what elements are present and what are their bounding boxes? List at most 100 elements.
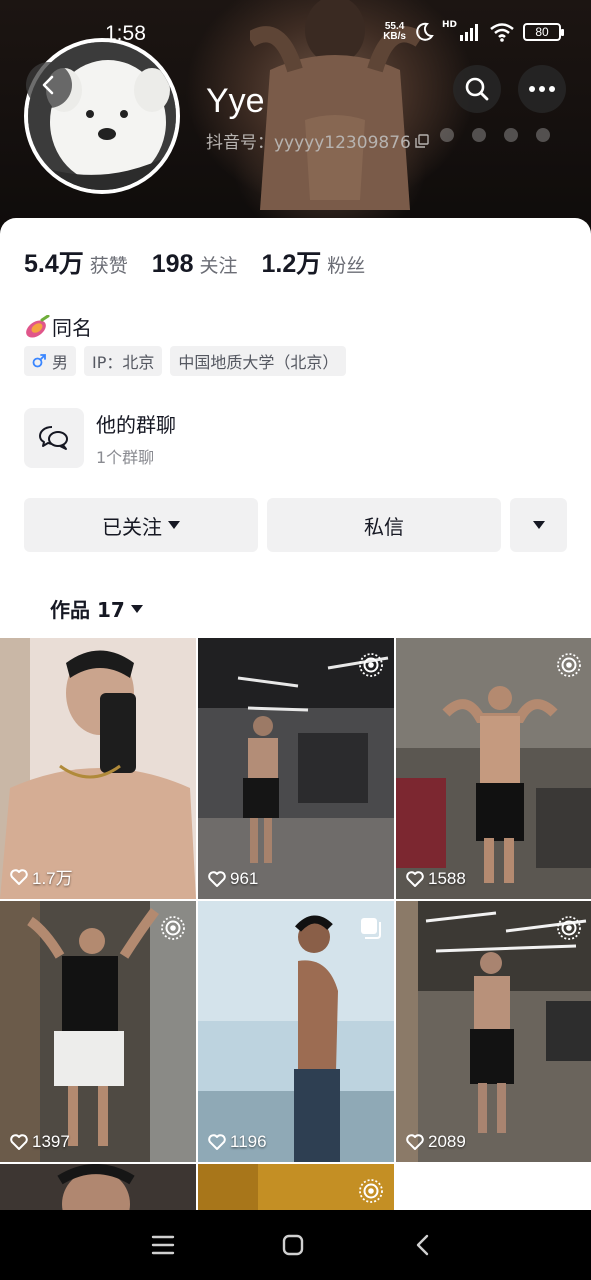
- likes-count: 961: [208, 869, 258, 889]
- decoration-dot: [472, 128, 486, 142]
- stat-followers[interactable]: 1.2万 粉丝: [262, 244, 366, 280]
- likes-value: 1397: [32, 1132, 70, 1151]
- live-photo-icon: [359, 1179, 383, 1203]
- stat-followers-value: 1.2万: [261, 250, 322, 278]
- heart-icon: [208, 871, 226, 887]
- nav-back-button[interactable]: [408, 1230, 438, 1260]
- video-thumbnail[interactable]: 1397: [0, 901, 196, 1162]
- likes-count: 2089: [406, 1132, 466, 1152]
- decoration-dot: [536, 128, 550, 142]
- likes-value: 2089: [428, 1132, 466, 1151]
- school-text: 中国地质大学（北京）: [178, 353, 339, 372]
- live-photo-icon: [557, 653, 581, 677]
- home-button[interactable]: [278, 1230, 308, 1260]
- stat-likes-value: 5.4万: [24, 250, 84, 278]
- back-button[interactable]: [26, 62, 72, 108]
- likes-count: 1.7万: [10, 864, 73, 889]
- cover-decoration: [440, 128, 550, 142]
- profile-nickname: Yye: [206, 82, 265, 120]
- back-icon: [42, 75, 54, 95]
- network-speed-unit: KB/s: [383, 31, 406, 42]
- bio: 同名: [24, 312, 92, 341]
- video-thumbnail[interactable]: 1196: [198, 901, 394, 1162]
- heart-icon: [208, 1134, 226, 1150]
- followed-button[interactable]: 已关注: [24, 498, 258, 552]
- douyin-id-text: 抖音号：yyyyy12309876: [206, 133, 411, 153]
- likes-count: 1588: [406, 869, 466, 889]
- likes-count: 1196: [208, 1132, 267, 1152]
- recommend-toggle-button[interactable]: [510, 498, 567, 552]
- stat-following[interactable]: 198 关注: [152, 250, 238, 279]
- likes-value: 1.7万: [32, 869, 73, 888]
- image-set-icon: [361, 918, 381, 939]
- group-chat-icon-box: [24, 408, 84, 468]
- chevron-down-icon: [168, 521, 180, 529]
- stat-likes[interactable]: 5.4万 获赞: [24, 244, 128, 280]
- video-thumbnail[interactable]: 1588: [396, 638, 591, 899]
- battery-level: 80: [535, 25, 549, 39]
- likes-value: 1196: [230, 1132, 267, 1151]
- heart-icon: [10, 868, 28, 885]
- tab-works-label: 作品 17: [50, 598, 125, 622]
- likes-value: 1588: [428, 869, 466, 888]
- menu-button[interactable]: [148, 1230, 178, 1260]
- stat-likes-label: 获赞: [89, 255, 128, 277]
- more-button[interactable]: [518, 65, 566, 113]
- stat-following-label: 关注: [199, 255, 238, 277]
- likes-count: 1397: [10, 1132, 70, 1152]
- tab-works[interactable]: 作品 17: [50, 594, 143, 623]
- video-cover: [0, 1164, 196, 1210]
- battery-indicator: 80: [523, 23, 564, 41]
- video-thumbnail[interactable]: 2089: [396, 901, 591, 1162]
- group-chat-title: 他的群聊: [96, 412, 176, 437]
- chevron-down-icon: [532, 521, 545, 529]
- system-navigation-bar: [0, 1210, 591, 1280]
- group-chat-subtitle: 1个群聊: [96, 447, 155, 467]
- hd-label: HD: [441, 20, 457, 30]
- likes-value: 961: [230, 869, 259, 888]
- copy-icon[interactable]: [415, 133, 429, 148]
- video-grid: 1.7万 961 1588 1397 1196 2089: [0, 638, 591, 1210]
- ip-text: IP：北京: [92, 353, 155, 372]
- signal-icon: [460, 24, 478, 41]
- message-label: 私信: [364, 514, 404, 539]
- stat-followers-label: 粉丝: [327, 255, 366, 277]
- heart-icon: [406, 871, 424, 887]
- profile-info-panel: 5.4万 获赞 198 关注 1.2万 粉丝 同名 男 IP：北京 中国地质大学（北: [0, 218, 591, 638]
- status-icons: 55.4 KB/s HD 80: [383, 20, 564, 42]
- chevron-down-icon: [130, 604, 143, 613]
- video-cover: [0, 638, 196, 899]
- video-thumbnail[interactable]: 961: [198, 638, 394, 899]
- network-speed: 55.4 KB/s: [383, 22, 406, 42]
- gender-tag: 男: [24, 346, 77, 376]
- home-icon: [282, 1234, 304, 1256]
- group-chat-entry[interactable]: 他的群聊 1个群聊: [24, 408, 176, 468]
- male-icon: [32, 354, 46, 368]
- search-button[interactable]: [453, 65, 501, 113]
- school-tag[interactable]: 中国地质大学（北京）: [170, 346, 347, 376]
- group-chat-icon: [39, 426, 68, 450]
- search-icon: [465, 77, 489, 101]
- menu-icon: [151, 1235, 175, 1255]
- heart-icon: [406, 1134, 424, 1150]
- video-thumbnail[interactable]: [198, 1164, 394, 1210]
- nav-back-icon: [416, 1234, 429, 1256]
- video-thumbnail[interactable]: [0, 1164, 196, 1210]
- message-button[interactable]: 私信: [267, 498, 501, 552]
- more-icon: [529, 86, 555, 92]
- sweet-potato-icon: [26, 314, 50, 338]
- profile-stats: 5.4万 获赞 198 关注 1.2万 粉丝: [24, 244, 365, 280]
- live-photo-icon: [161, 916, 185, 940]
- ip-tag: IP：北京: [84, 346, 163, 376]
- douyin-id[interactable]: 抖音号：yyyyy12309876: [206, 128, 429, 153]
- group-chat-text: 他的群聊 1个群聊: [96, 409, 176, 468]
- followed-label: 已关注: [102, 514, 162, 539]
- gender-text: 男: [52, 353, 69, 372]
- decoration-dot: [440, 128, 454, 142]
- live-photo-icon: [359, 653, 383, 677]
- decoration-dot: [504, 128, 518, 142]
- stat-following-value: 198: [151, 250, 194, 278]
- heart-icon: [10, 1134, 28, 1150]
- video-thumbnail[interactable]: 1.7万: [0, 638, 196, 899]
- live-photo-icon: [557, 916, 581, 940]
